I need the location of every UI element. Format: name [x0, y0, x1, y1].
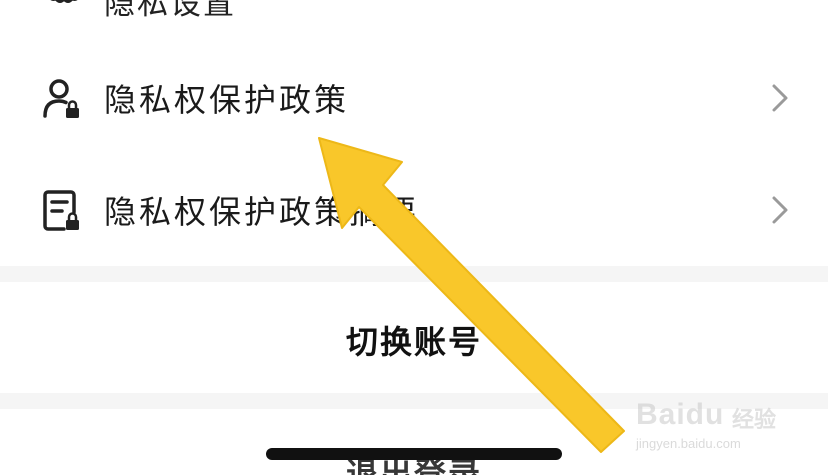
switch-account-button[interactable]: 切换账号 — [0, 282, 828, 393]
settings-screen: 隐私设置 隐私权保护政策 隐私权保护政策摘要 切换账号 退出登录 Baidu 经… — [0, 0, 828, 475]
partial-row-icon — [50, 0, 78, 3]
home-indicator[interactable] — [266, 448, 562, 460]
document-lock-icon — [43, 190, 79, 231]
partial-menu-row[interactable]: 隐私设置 — [0, 0, 828, 22]
watermark-cn: 经验 — [732, 408, 777, 433]
partial-row-label: 隐私设置 — [104, 0, 236, 22]
chevron-right-icon — [772, 196, 788, 224]
privacy-summary-label: 隐私权保护政策摘要 — [104, 193, 420, 231]
switch-account-label: 切换账号 — [345, 323, 482, 361]
section-divider — [0, 266, 828, 282]
watermark-brand: Baidu — [636, 398, 725, 431]
chevron-right-icon — [772, 84, 788, 112]
menu-item-privacy-policy[interactable]: 隐私权保护政策 — [0, 50, 828, 146]
menu-item-privacy-summary[interactable]: 隐私权保护政策摘要 — [0, 162, 828, 258]
watermark-url: jingyen.baidu.com — [636, 436, 741, 451]
baidu-watermark: Baidu 经验 jingyen.baidu.com — [632, 388, 792, 458]
privacy-policy-label: 隐私权保护政策 — [104, 81, 350, 119]
user-lock-icon — [43, 79, 79, 118]
